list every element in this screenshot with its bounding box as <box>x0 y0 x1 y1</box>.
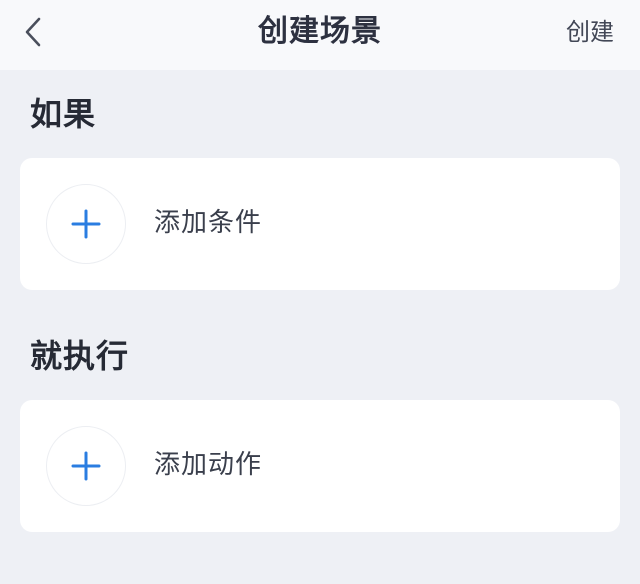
if-section-title: 如果 <box>30 95 97 133</box>
add-condition-label: 添加条件 <box>154 208 263 238</box>
add-condition-button[interactable] <box>46 184 126 264</box>
plus-icon <box>71 209 101 239</box>
top-app-bar: 创建场景 创建 <box>0 0 640 70</box>
create-button[interactable]: 创建 <box>566 16 614 48</box>
add-action-label: 添加动作 <box>154 450 263 480</box>
add-action-card[interactable]: 添加动作 <box>20 400 620 532</box>
then-section-title: 就执行 <box>30 337 130 375</box>
add-condition-card[interactable]: 添加条件 <box>20 158 620 290</box>
plus-icon <box>71 451 101 481</box>
page-title: 创建场景 <box>258 14 382 49</box>
add-action-button[interactable] <box>46 426 126 506</box>
